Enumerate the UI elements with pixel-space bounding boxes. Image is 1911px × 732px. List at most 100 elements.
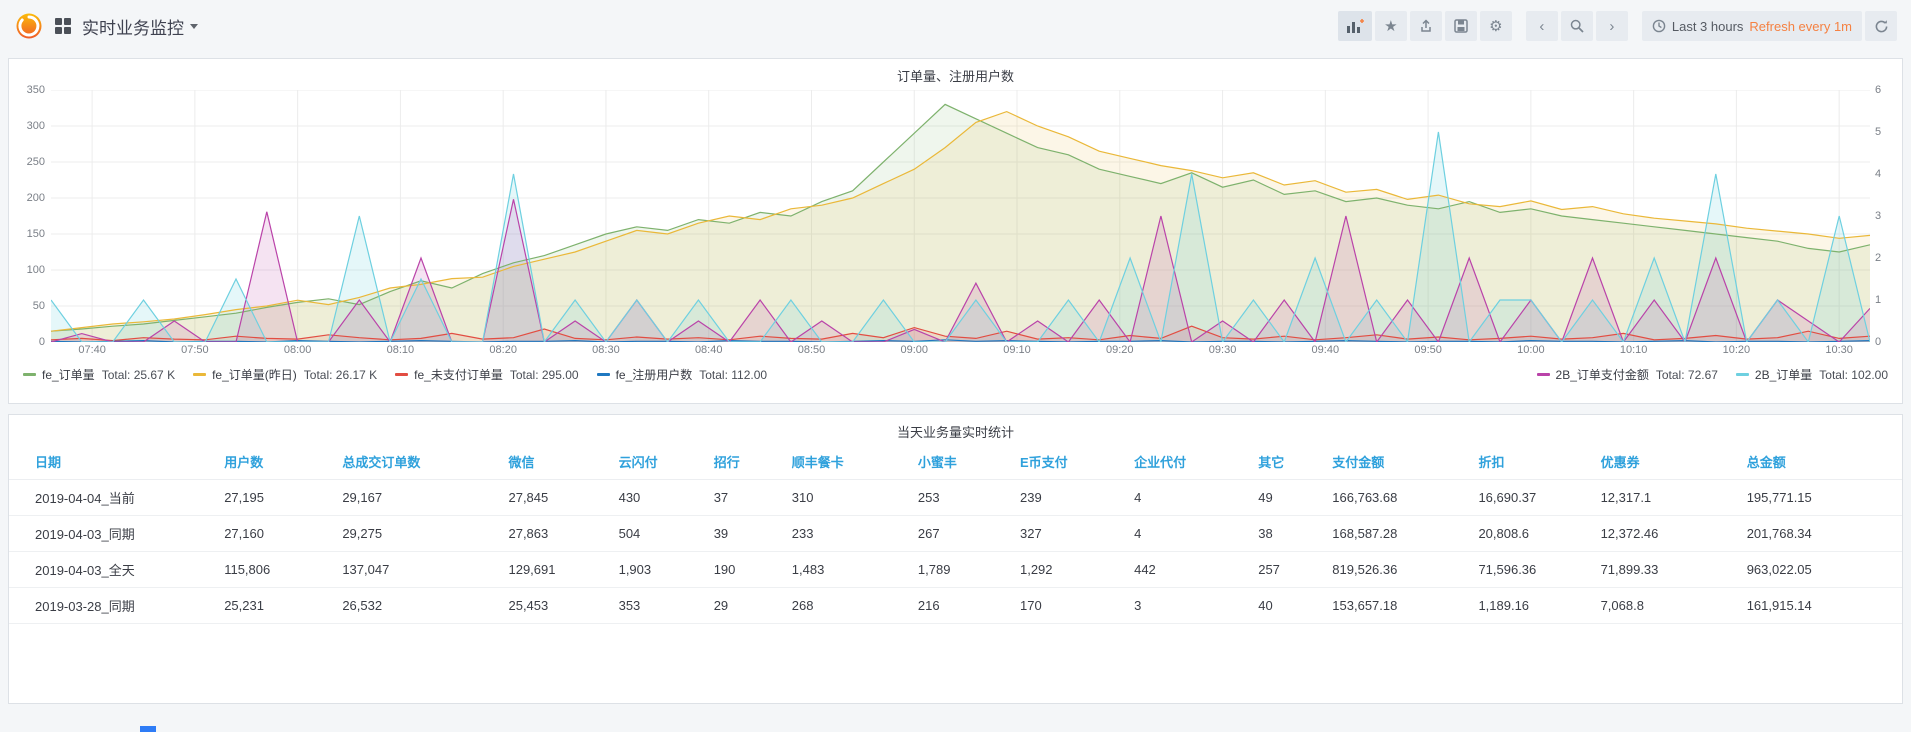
table-cell: 253 bbox=[907, 479, 1010, 516]
dashboards-grid-icon[interactable] bbox=[55, 18, 71, 34]
table-cell: 37 bbox=[703, 479, 782, 516]
legend-right-group: 2B_订单支付金额 Total: 72.67 2B_订单量 Total: 102.00 bbox=[1536, 366, 1888, 383]
x-tick-label: 09:10 bbox=[1003, 344, 1031, 356]
x-tick-label: 10:20 bbox=[1722, 344, 1751, 356]
table-cell: 963,022.05 bbox=[1736, 551, 1902, 588]
legend-left-group: fe_订单量 Total: 25.67 K fe_订单量(昨日) Total: 26.… bbox=[23, 366, 785, 383]
star-button[interactable]: ★ bbox=[1374, 11, 1407, 41]
x-tick-label: 10:10 bbox=[1619, 344, 1648, 356]
y-right-tick-label: 0 bbox=[1875, 336, 1882, 348]
table-cell: 327 bbox=[1009, 515, 1125, 552]
legend-item-fe_未支付订单量[interactable]: fe_未支付订单量 Total: 295.00 bbox=[395, 366, 579, 383]
table-cell: 268 bbox=[781, 587, 908, 624]
y-axis-left: 0 50 100 150 200 250 300 350 bbox=[15, 84, 51, 348]
legend-color-swatch bbox=[1536, 373, 1550, 376]
table-header-cell[interactable]: 小蜜丰 bbox=[907, 444, 1010, 480]
chart-panel: 订单量、注册用户数 0 50 100 150 200 250 300 350 07:40 07:… bbox=[8, 58, 1903, 404]
y-left-tick-label: 300 bbox=[26, 120, 45, 132]
table-cell: 25,231 bbox=[214, 587, 333, 624]
bar-chart-icon bbox=[1346, 18, 1364, 33]
table-cell: 129,691 bbox=[498, 551, 609, 588]
table-cell: 2019-04-04_当前 bbox=[9, 479, 215, 516]
table-cell: 25,453 bbox=[498, 587, 609, 624]
time-series-plot[interactable] bbox=[51, 90, 1870, 342]
table-header-cell[interactable]: 顺丰餐卡 bbox=[781, 444, 908, 480]
legend-item-fe_订单量[interactable]: fe_订单量 Total: 25.67 K bbox=[23, 366, 175, 383]
table-cell: 39 bbox=[703, 515, 782, 552]
dashboard-title-dropdown[interactable]: 实时业务监控 bbox=[82, 14, 198, 39]
navbar: 实时业务监控 ★ ⚙ ‹ › Last 3 hours Refresh ever… bbox=[0, 0, 1911, 52]
save-button[interactable] bbox=[1444, 11, 1477, 41]
table-header-cell[interactable]: 企业代付 bbox=[1124, 444, 1249, 480]
table-header-cell[interactable]: 总金额 bbox=[1736, 444, 1902, 480]
legend-series-total: Total: 112.00 bbox=[699, 367, 768, 382]
table-header-cell[interactable]: 日期 bbox=[9, 444, 215, 480]
table-header-cell[interactable]: 其它 bbox=[1248, 444, 1323, 480]
y-left-tick-label: 0 bbox=[38, 336, 45, 348]
table-cell: 4 bbox=[1124, 479, 1249, 516]
x-tick-label: 09:00 bbox=[900, 344, 929, 356]
table-cell: 166,763.68 bbox=[1322, 479, 1469, 516]
table-header-cell[interactable]: 招行 bbox=[703, 444, 782, 480]
time-shift-back-button[interactable]: ‹ bbox=[1525, 11, 1558, 41]
table-header-cell[interactable]: 微信 bbox=[498, 444, 609, 480]
table-cell: 1,292 bbox=[1009, 551, 1125, 588]
legend-series-name: 2B_订单量 bbox=[1754, 368, 1813, 382]
stats-table: 日期 用户数 总成交订单数 微信 云闪付 招行 顺丰餐卡 小蜜丰 E币支付 企业代付 其它 支付金额折… bbox=[9, 444, 1902, 624]
x-tick-label: 09:30 bbox=[1208, 344, 1237, 356]
grafana-logo-icon[interactable] bbox=[14, 11, 44, 41]
y-left-tick-label: 50 bbox=[32, 300, 45, 312]
refresh-interval-label: Refresh every 1m bbox=[1749, 18, 1852, 34]
table-cell: 195,771.15 bbox=[1736, 479, 1902, 516]
x-tick-label: 09:20 bbox=[1106, 344, 1134, 356]
table-cell: 4 bbox=[1124, 515, 1249, 552]
legend-series-total: Total: 72.67 bbox=[1655, 367, 1718, 382]
table-panel-title[interactable]: 当天业务量实时统计 bbox=[9, 415, 1902, 444]
table-header-cell[interactable]: 用户数 bbox=[214, 444, 333, 480]
y-right-tick-label: 6 bbox=[1875, 84, 1882, 96]
table-row[interactable]: 2019-04-04_当前 27,195 29,167 27,845 430 37 310 2… bbox=[9, 479, 1902, 516]
table-cell: 239 bbox=[1009, 479, 1125, 516]
table-header-cell[interactable]: 折扣 bbox=[1468, 444, 1591, 480]
settings-button[interactable]: ⚙ bbox=[1479, 11, 1512, 41]
gear-icon: ⚙ bbox=[1489, 17, 1503, 35]
table-cell: 504 bbox=[608, 515, 704, 552]
chevron-left-icon: ‹ bbox=[1539, 17, 1545, 35]
table-cell: 16,690.37 bbox=[1468, 479, 1591, 516]
table-cell: 20,808.6 bbox=[1468, 515, 1591, 552]
table-cell: 71,899.33 bbox=[1590, 551, 1737, 588]
y-right-tick-label: 5 bbox=[1875, 126, 1882, 138]
time-range-label: Last 3 hours bbox=[1671, 18, 1744, 34]
legend-item-2B_订单量[interactable]: 2B_订单量 Total: 102.00 bbox=[1735, 366, 1888, 383]
table-row[interactable]: 2019-04-03_同期 27,160 29,275 27,863 504 39 233 2… bbox=[9, 515, 1902, 552]
table-cell: 27,195 bbox=[214, 479, 333, 516]
table-header-cell[interactable]: 云闪付 bbox=[608, 444, 704, 480]
table-header-cell[interactable]: 支付金额 bbox=[1322, 444, 1469, 480]
legend-series-total: Total: 295.00 bbox=[509, 367, 579, 382]
save-icon bbox=[1454, 19, 1468, 33]
time-shift-forward-button[interactable]: › bbox=[1595, 11, 1628, 41]
legend-item-fe_注册用户数[interactable]: fe_注册用户数 Total: 112.00 bbox=[596, 366, 768, 383]
table-cell: 2019-04-03_同期 bbox=[9, 515, 215, 552]
table-cell: 161,915.14 bbox=[1736, 587, 1902, 624]
table-cell: 170 bbox=[1009, 587, 1125, 624]
share-button[interactable] bbox=[1409, 11, 1442, 41]
table-header-cell[interactable]: E币支付 bbox=[1009, 444, 1125, 480]
zoom-out-button[interactable] bbox=[1560, 11, 1593, 41]
x-tick-label: 08:00 bbox=[283, 344, 312, 356]
x-tick-label: 09:50 bbox=[1414, 344, 1442, 356]
legend-item-2B_订单支付金额[interactable]: 2B_订单支付金额 Total: 72.67 bbox=[1536, 366, 1718, 383]
add-panel-button[interactable] bbox=[1337, 11, 1372, 41]
legend-item-fe_订单量(昨日)[interactable]: fe_订单量(昨日) Total: 26.17 K bbox=[193, 366, 377, 383]
table-header-cell[interactable]: 优惠券 bbox=[1590, 444, 1737, 480]
chart-panel-title[interactable]: 订单量、注册用户数 bbox=[9, 59, 1902, 88]
table-cell: 819,526.36 bbox=[1322, 551, 1469, 588]
table-cell: 26,532 bbox=[332, 587, 499, 624]
refresh-button[interactable] bbox=[1865, 11, 1897, 41]
table-row[interactable]: 2019-04-03_全天 115,806 137,047 129,691 1,903 1… bbox=[9, 551, 1902, 588]
time-picker-button[interactable]: Last 3 hours Refresh every 1m bbox=[1641, 11, 1862, 41]
y-right-tick-label: 3 bbox=[1875, 210, 1882, 222]
table-row[interactable]: 2019-03-28_同期 25,231 26,532 25,453 353 29 268 2… bbox=[9, 587, 1902, 624]
table-cell: 3 bbox=[1124, 587, 1249, 624]
table-header-cell[interactable]: 总成交订单数 bbox=[332, 444, 499, 480]
